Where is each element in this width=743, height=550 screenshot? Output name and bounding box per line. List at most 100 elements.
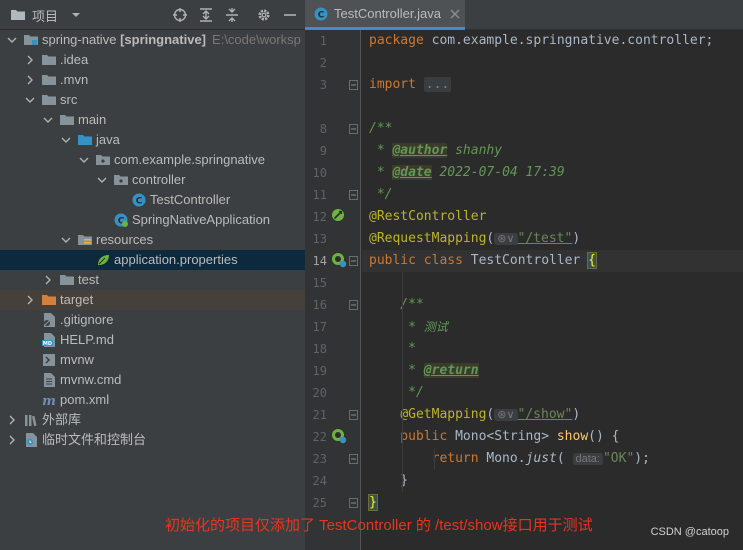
tree-row-target[interactable]: target: [0, 290, 305, 310]
folded-imports[interactable]: ...: [423, 77, 452, 92]
code-area[interactable]: package com.example.springnative.control…: [362, 30, 743, 550]
fold-marker-icon[interactable]: [349, 498, 358, 508]
code-token: @RestController: [369, 209, 487, 224]
tree-row-scratches[interactable]: 临时文件和控制台: [0, 430, 305, 450]
chevron-down-icon[interactable]: [96, 174, 108, 186]
tree-row-java[interactable]: java: [0, 130, 305, 150]
tree-row-gitignore[interactable]: .gitignore: [0, 310, 305, 330]
resources-folder-icon: [78, 235, 92, 245]
fold-marker-icon[interactable]: [349, 124, 358, 134]
tree-row-idea[interactable]: .idea: [0, 50, 305, 70]
folder-icon: [11, 10, 25, 20]
tree-row-application-properties[interactable]: application.properties: [0, 250, 305, 270]
gear-icon: [258, 9, 270, 21]
class-icon: C: [314, 7, 328, 20]
editor-panel: C TestController.java 1 2 3 8 9 10 11 12…: [305, 0, 743, 550]
hide-panel-button[interactable]: [283, 6, 297, 24]
code-token: @date: [392, 165, 432, 180]
fold-marker-icon[interactable]: [349, 190, 358, 200]
fold-marker-icon[interactable]: [349, 80, 358, 90]
spring-mapping-icon[interactable]: [331, 428, 347, 444]
chevron-down-icon[interactable]: [78, 154, 90, 166]
svg-text:C: C: [136, 197, 143, 207]
code-line-8: /**: [362, 118, 743, 140]
expand-all-button[interactable]: [198, 6, 214, 24]
fold-marker-icon[interactable]: [349, 300, 358, 310]
line-number: 22: [312, 430, 327, 444]
locate-file-button[interactable]: [172, 6, 188, 24]
tree-row-package[interactable]: com.example.springnative: [0, 150, 305, 170]
spring-mapping-icon[interactable]: [331, 252, 347, 268]
tree-row-pom-xml[interactable]: m pom.xml: [0, 390, 305, 410]
tab-testcontroller[interactable]: C TestController.java: [305, 0, 465, 30]
tree-row-mvnw[interactable]: mvnw: [0, 350, 305, 370]
tree-row-mvn[interactable]: .mvn: [0, 70, 305, 90]
code-token[interactable]: "/test": [518, 231, 573, 246]
settings-button[interactable]: [256, 6, 272, 24]
tree-row-controller[interactable]: controller: [0, 170, 305, 190]
line-number: 16: [312, 298, 327, 312]
tree-row-label: resources: [96, 232, 154, 247]
line-number: 20: [312, 386, 327, 400]
source-folder-icon: [78, 135, 92, 145]
tree-row-test[interactable]: test: [0, 270, 305, 290]
chevron-right-icon[interactable]: [24, 74, 36, 86]
tree-row-label: pom.xml: [60, 392, 110, 407]
fold-marker-icon[interactable]: [349, 256, 358, 266]
editor-tab-bar: C TestController.java: [305, 0, 743, 30]
code-token: public: [369, 429, 448, 444]
chevron-right-icon[interactable]: [42, 274, 54, 286]
code-token: 测试: [423, 320, 448, 334]
project-view-selector[interactable]: 项目: [10, 6, 82, 24]
chevron-down-icon[interactable]: [60, 234, 72, 246]
chevron-down-icon[interactable]: [60, 134, 72, 146]
tree-row-label: controller: [132, 172, 186, 187]
folder-icon: [42, 55, 56, 65]
line-number: 3: [319, 78, 327, 92]
code-token: {: [587, 252, 597, 269]
tree-row-label: TestController: [150, 192, 231, 207]
fold-marker-icon[interactable]: [349, 454, 358, 464]
code-token[interactable]: "/show": [518, 407, 573, 422]
project-panel-title: 项目: [32, 8, 59, 24]
tree-row-label: .gitignore: [60, 312, 114, 327]
tree-row-label: mvnw.cmd: [60, 372, 122, 387]
chevron-right-icon[interactable]: [24, 54, 36, 66]
code-token: */: [369, 187, 393, 202]
tree-row-external-libraries[interactable]: 外部库: [0, 410, 305, 430]
spring-bean-icon[interactable]: [331, 208, 345, 222]
line-number: 13: [312, 232, 327, 246]
chevron-right-icon[interactable]: [24, 294, 36, 306]
close-icon[interactable]: [450, 9, 460, 19]
chevron-down-icon[interactable]: [42, 114, 54, 126]
tree-row-resources[interactable]: resources: [0, 230, 305, 250]
module-name: [springnative]: [120, 32, 207, 47]
crosshair-icon: [173, 8, 187, 22]
line-number: 18: [312, 342, 327, 356]
url-globe-icon[interactable]: ⊛∨: [494, 233, 518, 245]
editor-gutter[interactable]: 1 2 3 8 9 10 11 12 13 14 15 16 17 18 19 …: [305, 30, 361, 550]
chevron-right-icon[interactable]: [6, 414, 18, 426]
line-number: 8: [319, 122, 327, 136]
chevron-right-icon[interactable]: [6, 434, 18, 446]
tree-row-testcontroller[interactable]: C TestController: [0, 190, 305, 210]
tree-row-main[interactable]: main: [0, 110, 305, 130]
tree-row-label: 临时文件和控制台: [42, 432, 147, 447]
package-icon: [96, 155, 110, 165]
code-token: @return: [423, 363, 479, 378]
code-line-25: }: [362, 492, 743, 514]
chevron-down-icon[interactable]: [24, 94, 36, 106]
tree-row-src[interactable]: src: [0, 90, 305, 110]
collapse-all-button[interactable]: [224, 6, 240, 24]
tree-row-help-md[interactable]: MD HELP.md: [0, 330, 305, 350]
tree-row-springnativeapplication[interactable]: C SpringNativeApplication: [0, 210, 305, 230]
url-globe-icon[interactable]: ⊛∨: [494, 409, 518, 421]
tree-row-spring-native[interactable]: spring-native [springnative] E:\code\work…: [0, 30, 305, 50]
line-number: 19: [312, 364, 327, 378]
tree-row-mvnw-cmd[interactable]: mvnw.cmd: [0, 370, 305, 390]
code-token: /**: [369, 121, 393, 136]
fold-marker-icon[interactable]: [349, 410, 358, 420]
chevron-down-icon[interactable]: [6, 34, 18, 46]
